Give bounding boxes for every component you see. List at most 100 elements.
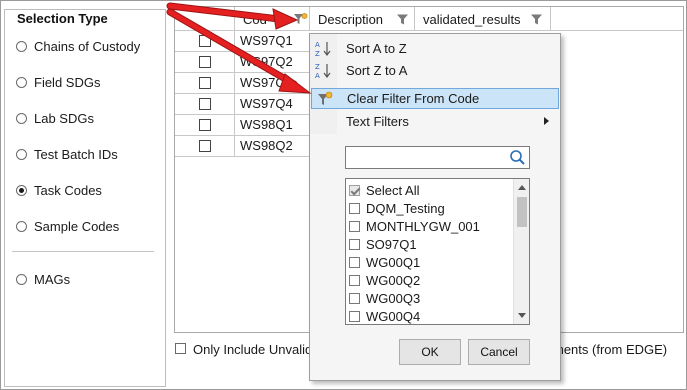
- svg-text:Z: Z: [315, 50, 320, 57]
- row-checkbox[interactable]: [199, 77, 211, 89]
- header-description[interactable]: Description: [310, 7, 415, 31]
- row-code: WS97Q3: [240, 75, 293, 90]
- radio-button[interactable]: [16, 273, 27, 285]
- row-select-cell: [175, 73, 235, 94]
- value-checkbox[interactable]: [349, 274, 360, 286]
- row-checkbox[interactable]: [199, 140, 211, 152]
- radio-button[interactable]: [16, 148, 27, 160]
- row-checkbox[interactable]: [199, 98, 211, 110]
- radio-label: Field SDGs: [34, 74, 101, 90]
- menu-clear-filter[interactable]: Clear Filter From Code: [311, 88, 559, 109]
- list-item[interactable]: WG00Q2: [349, 271, 420, 289]
- list-item[interactable]: WG00Q4: [349, 307, 421, 324]
- filter-search-input[interactable]: [345, 146, 530, 169]
- search-icon[interactable]: [509, 149, 526, 166]
- radio-label: Task Codes: [34, 182, 102, 198]
- grid-header: Cod Description validated_results: [175, 7, 683, 31]
- list-item-label: WG00Q1: [366, 254, 421, 270]
- list-item-label: SO97Q1: [366, 236, 417, 252]
- list-item-label: Select All: [366, 182, 420, 198]
- list-item[interactable]: SO97Q1: [349, 235, 417, 253]
- radio-task-codes[interactable]: Task Codes: [16, 181, 102, 199]
- list-item[interactable]: DQM_Testing: [349, 199, 445, 217]
- radio-label: Test Batch IDs: [34, 146, 118, 162]
- menu-sort-a-to-z[interactable]: A Z Sort A to Z: [311, 38, 559, 59]
- list-scrollbar[interactable]: [513, 179, 529, 324]
- table-row[interactable]: WS97Q4: [175, 94, 310, 115]
- header-validated-results-label: validated_results: [423, 11, 521, 27]
- list-item[interactable]: WG00Q3: [349, 289, 420, 307]
- row-select-cell: [175, 31, 235, 52]
- list-item-label: WG00Q4: [366, 308, 421, 324]
- only-include-unvalidated-checkbox[interactable]: [175, 343, 186, 354]
- radio-label: MAGs: [34, 271, 71, 287]
- menu-label: Text Filters: [346, 114, 409, 129]
- list-item-label: MONTHLYGW_001: [366, 218, 480, 234]
- table-row[interactable]: WS97Q2: [175, 52, 310, 73]
- row-code: WS98Q1: [240, 117, 293, 132]
- radio-sample-codes[interactable]: Sample Codes: [16, 217, 119, 235]
- value-checkbox[interactable]: [349, 256, 360, 268]
- row-checkbox[interactable]: [199, 56, 211, 68]
- radio-chains-of-custody[interactable]: Chains of Custody: [16, 37, 140, 55]
- radio-mags[interactable]: MAGs: [16, 270, 70, 288]
- value-checkbox[interactable]: [349, 220, 360, 232]
- list-item-label: DQM_Testing: [366, 200, 445, 216]
- value-checkbox[interactable]: [349, 238, 360, 250]
- svg-text:A: A: [315, 41, 320, 49]
- list-item[interactable]: Select All: [349, 181, 419, 199]
- radio-button[interactable]: [16, 112, 27, 124]
- radio-field-sdgs[interactable]: Field SDGs: [16, 73, 100, 91]
- value-checkbox[interactable]: [349, 292, 360, 304]
- scroll-thumb[interactable]: [517, 197, 527, 227]
- cancel-button[interactable]: Cancel: [468, 339, 530, 365]
- ok-button[interactable]: OK: [399, 339, 461, 365]
- list-item-label: WG00Q3: [366, 290, 421, 306]
- row-select-cell: [175, 115, 235, 136]
- list-item[interactable]: MONTHLYGW_001: [349, 217, 480, 235]
- select-all-checkbox[interactable]: [349, 184, 360, 196]
- filter-dropdown-popup: A Z Sort A to Z Z A Sort Z to A Clear Fi…: [309, 33, 561, 381]
- radio-label: Lab SDGs: [34, 110, 94, 126]
- radio-button[interactable]: [16, 40, 27, 52]
- list-item[interactable]: WG00Q1: [349, 253, 420, 271]
- clear-filter-icon: [318, 91, 333, 105]
- header-code-label: Cod: [243, 11, 267, 27]
- radio-button[interactable]: [16, 220, 27, 232]
- filter-icon[interactable]: [397, 14, 408, 25]
- sort-asc-icon: A Z: [315, 41, 331, 57]
- radio-button[interactable]: [16, 76, 27, 88]
- row-checkbox[interactable]: [199, 35, 211, 47]
- list-item-label: WG00Q2: [366, 272, 421, 288]
- row-checkbox[interactable]: [199, 119, 211, 131]
- only-include-unvalidated-label: Only Include Unvalid: [193, 342, 313, 357]
- header-description-label: Description: [318, 11, 384, 27]
- row-code: WS97Q2: [240, 54, 293, 69]
- table-row[interactable]: WS98Q1: [175, 115, 310, 136]
- filter-values-list[interactable]: Select All DQM_Testing MONTHLYGW_001 SO9…: [345, 178, 530, 325]
- row-code: WS98Q2: [240, 138, 293, 153]
- table-row[interactable]: WS97Q3: [175, 73, 310, 94]
- menu-sort-z-to-a[interactable]: Z A Sort Z to A: [311, 60, 559, 81]
- menu-text-filters[interactable]: Text Filters: [311, 111, 559, 132]
- radio-test-batch-ids[interactable]: Test Batch IDs: [16, 145, 118, 163]
- table-row[interactable]: WS98Q2: [175, 136, 310, 157]
- radio-label: Chains of Custody: [34, 38, 141, 54]
- value-checkbox[interactable]: [349, 310, 360, 322]
- svg-text:Z: Z: [315, 63, 320, 71]
- menu-label: Sort Z to A: [346, 63, 408, 78]
- comments-from-edge-label: ments (from EDGE): [553, 342, 668, 357]
- filter-icon[interactable]: [531, 14, 542, 25]
- header-validated-results[interactable]: validated_results: [415, 7, 551, 31]
- filter-active-icon[interactable]: [294, 13, 308, 26]
- radio-lab-sdgs[interactable]: Lab SDGs: [16, 109, 94, 127]
- row-select-cell: [175, 136, 235, 157]
- table-row[interactable]: WS97Q1: [175, 31, 310, 52]
- scroll-up-arrow-icon[interactable]: [518, 185, 526, 190]
- radio-button-selected[interactable]: [16, 184, 27, 196]
- value-checkbox[interactable]: [349, 202, 360, 214]
- menu-label: Clear Filter From Code: [347, 91, 480, 106]
- row-select-cell: [175, 94, 235, 115]
- scroll-down-arrow-icon[interactable]: [518, 313, 526, 318]
- header-code[interactable]: Cod: [235, 7, 310, 31]
